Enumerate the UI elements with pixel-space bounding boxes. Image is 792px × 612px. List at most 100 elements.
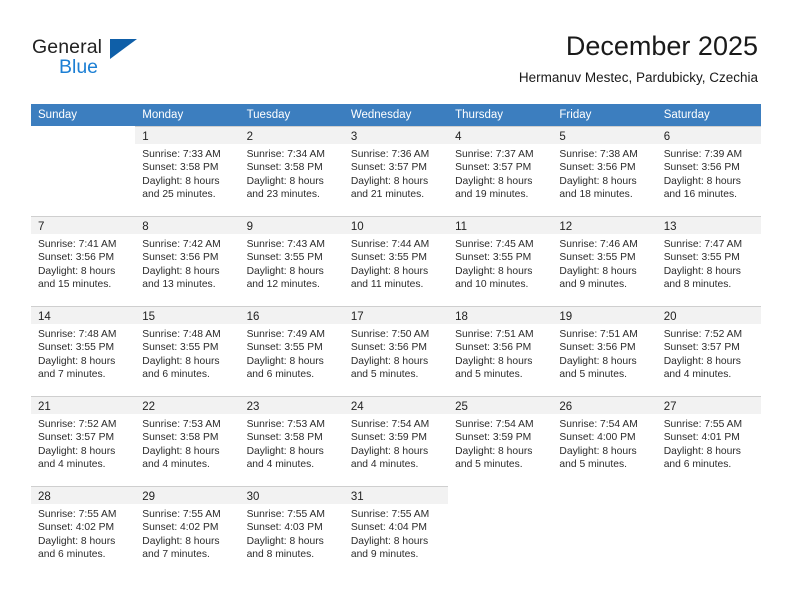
calendar-day-cell[interactable]: 30 Sunrise: 7:55 AM Sunset: 4:03 PM Dayligh… xyxy=(239,486,345,576)
calendar-day-cell[interactable]: 25 Sunrise: 7:54 AM Sunset: 3:59 PM Dayligh… xyxy=(448,396,553,486)
weekday-header-row: Sunday Monday Tuesday Wednesday Thursday… xyxy=(31,104,761,126)
calendar-cell: 20 Sunrise: 7:52 AM Sunset: 3:57 PM Dayligh… xyxy=(656,306,762,396)
day-number: 7 xyxy=(38,221,45,233)
sunset-text: Sunset: 4:04 PM xyxy=(350,522,427,534)
calendar-body: 1 Sunrise: 7:33 AM Sunset: 3:58 PM Daylight… xyxy=(31,126,762,576)
calendar-week-row: 14 Sunrise: 7:48 AM Sunset: 3:55 PM Dayligh… xyxy=(31,306,762,396)
sunset-text: Sunset: 3:57 PM xyxy=(38,432,115,444)
sunset-text: Sunset: 3:56 PM xyxy=(350,342,427,354)
calendar-day-cell[interactable]: 31 Sunrise: 7:55 AM Sunset: 4:04 PM Dayligh… xyxy=(343,486,449,576)
calendar-day-cell[interactable]: 2 Sunrise: 7:34 AM Sunset: 3:58 PM Daylight… xyxy=(239,126,345,216)
day-number: 16 xyxy=(246,311,260,323)
daylight-text-line2: and 5 minutes. xyxy=(350,369,419,381)
calendar-day-cell[interactable]: 7 Sunrise: 7:41 AM Sunset: 3:56 PM Daylight… xyxy=(31,216,136,306)
daylight-text-line2: and 4 minutes. xyxy=(142,459,210,471)
calendar-day-cell[interactable]: 10 Sunrise: 7:44 AM Sunset: 3:55 PM Dayligh… xyxy=(343,216,449,306)
calendar-day-cell[interactable]: 12 Sunrise: 7:46 AM Sunset: 3:55 PM Dayligh… xyxy=(552,216,657,306)
daylight-text-line1: Daylight: 8 hours xyxy=(142,445,220,457)
calendar-day-cell[interactable]: 19 Sunrise: 7:51 AM Sunset: 3:56 PM Dayligh… xyxy=(552,306,657,396)
daylight-text-line1: Daylight: 8 hours xyxy=(350,445,429,457)
calendar-day-cell[interactable]: 15 Sunrise: 7:48 AM Sunset: 3:55 PM Dayligh… xyxy=(135,306,240,396)
calendar-day-cell[interactable]: 17 Sunrise: 7:50 AM Sunset: 3:56 PM Dayligh… xyxy=(343,306,449,396)
day-sun-info: Sunrise: 7:48 AM Sunset: 3:55 PM Daylight:… xyxy=(142,328,233,382)
day-sun-info: Sunrise: 7:52 AM Sunset: 3:57 PM Daylight:… xyxy=(38,418,129,472)
day-sun-info: Sunrise: 7:51 AM Sunset: 3:56 PM Daylight:… xyxy=(559,328,650,382)
calendar-day-cell[interactable]: 1 Sunrise: 7:33 AM Sunset: 3:58 PM Daylight… xyxy=(135,126,240,216)
calendar-day-cell[interactable]: 21 Sunrise: 7:52 AM Sunset: 3:57 PM Dayligh… xyxy=(31,396,136,486)
sunrise-text: Sunrise: 7:43 AM xyxy=(246,239,325,250)
day-sun-info: Sunrise: 7:43 AM Sunset: 3:55 PM Daylight:… xyxy=(247,238,338,292)
daylight-text-line1: Daylight: 8 hours xyxy=(38,535,116,547)
calendar-cell: 6 Sunrise: 7:39 AM Sunset: 3:56 PM Daylight… xyxy=(656,126,762,216)
day-sun-info: Sunrise: 7:39 AM Sunset: 3:56 PM Daylight:… xyxy=(664,148,755,202)
calendar-cell: 14 Sunrise: 7:48 AM Sunset: 3:55 PM Dayligh… xyxy=(31,306,136,396)
daylight-text-line2: and 16 minutes. xyxy=(663,189,737,201)
calendar-day-cell[interactable]: 4 Sunrise: 7:37 AM Sunset: 3:57 PM Daylight… xyxy=(448,126,553,216)
calendar-day-cell[interactable]: 28 Sunrise: 7:55 AM Sunset: 4:02 PM Dayligh… xyxy=(31,486,136,576)
calendar-cell: 21 Sunrise: 7:52 AM Sunset: 3:57 PM Dayligh… xyxy=(31,396,136,486)
sunset-text: Sunset: 3:58 PM xyxy=(142,162,219,174)
calendar-day-cell[interactable]: 24 Sunrise: 7:54 AM Sunset: 3:59 PM Dayligh… xyxy=(343,396,449,486)
day-number: 25 xyxy=(455,401,468,413)
day-number: 20 xyxy=(663,311,677,323)
day-sun-info: Sunrise: 7:36 AM Sunset: 3:57 PM Daylight:… xyxy=(351,148,442,202)
sunset-text: Sunset: 3:57 PM xyxy=(350,162,427,174)
day-number: 21 xyxy=(38,401,51,413)
day-sun-info: Sunrise: 7:48 AM Sunset: 3:55 PM Daylight:… xyxy=(38,328,129,382)
calendar-cell: 11 Sunrise: 7:45 AM Sunset: 3:55 PM Dayligh… xyxy=(448,216,553,306)
logo-text-general: General xyxy=(32,36,103,58)
day-sun-info: Sunrise: 7:55 AM Sunset: 4:01 PM Daylight:… xyxy=(664,418,755,472)
daylight-text-line1: Daylight: 8 hours xyxy=(559,445,637,457)
day-sun-info: Sunrise: 7:34 AM Sunset: 3:58 PM Daylight:… xyxy=(247,148,338,202)
sunset-text: Sunset: 3:55 PM xyxy=(663,252,740,264)
calendar-day-cell[interactable]: 20 Sunrise: 7:52 AM Sunset: 3:57 PM Dayligh… xyxy=(656,306,762,396)
calendar-day-cell[interactable]: 13 Sunrise: 7:47 AM Sunset: 3:55 PM Dayligh… xyxy=(656,216,762,306)
calendar-day-cell[interactable]: 11 Sunrise: 7:45 AM Sunset: 3:55 PM Dayligh… xyxy=(448,216,553,306)
calendar-day-cell[interactable]: 16 Sunrise: 7:49 AM Sunset: 3:55 PM Dayligh… xyxy=(239,306,345,396)
sunrise-text: Sunrise: 7:38 AM xyxy=(559,149,638,160)
calendar-cell: 13 Sunrise: 7:47 AM Sunset: 3:55 PM Dayligh… xyxy=(656,216,762,306)
calendar-day-cell[interactable]: 29 Sunrise: 7:55 AM Sunset: 4:02 PM Dayligh… xyxy=(135,486,240,576)
daylight-text-line2: and 11 minutes. xyxy=(350,279,424,291)
calendar-cell-empty xyxy=(448,486,552,576)
daylight-text-line2: and 8 minutes. xyxy=(663,279,732,291)
sunset-text: Sunset: 3:55 PM xyxy=(350,252,427,264)
daylight-text-line2: and 6 minutes. xyxy=(38,549,106,561)
calendar-cell: 1 Sunrise: 7:33 AM Sunset: 3:58 PM Daylight… xyxy=(135,126,240,216)
calendar-day-cell[interactable]: 6 Sunrise: 7:39 AM Sunset: 3:56 PM Daylight… xyxy=(656,126,762,216)
sunset-text: Sunset: 4:02 PM xyxy=(142,522,219,534)
calendar-day-cell[interactable]: 23 Sunrise: 7:53 AM Sunset: 3:58 PM Dayligh… xyxy=(239,396,345,486)
day-sun-info: Sunrise: 7:38 AM Sunset: 3:56 PM Daylight:… xyxy=(559,148,650,202)
calendar-cell: 3 Sunrise: 7:36 AM Sunset: 3:57 PM Daylight… xyxy=(343,126,449,216)
calendar-day-cell[interactable]: 5 Sunrise: 7:38 AM Sunset: 3:56 PM Daylight… xyxy=(552,126,657,216)
page-title: December 2025 xyxy=(565,31,758,61)
daylight-text-line2: and 5 minutes. xyxy=(455,369,523,381)
day-sun-info: Sunrise: 7:49 AM Sunset: 3:55 PM Daylight:… xyxy=(247,328,338,382)
calendar-day-cell[interactable]: 22 Sunrise: 7:53 AM Sunset: 3:58 PM Dayligh… xyxy=(135,396,240,486)
calendar-cell-empty xyxy=(31,126,135,216)
calendar-day-cell[interactable]: 14 Sunrise: 7:48 AM Sunset: 3:55 PM Dayligh… xyxy=(31,306,136,396)
calendar-day-cell[interactable]: 27 Sunrise: 7:55 AM Sunset: 4:01 PM Dayligh… xyxy=(656,396,762,486)
calendar-day-cell[interactable]: 9 Sunrise: 7:43 AM Sunset: 3:55 PM Daylight… xyxy=(239,216,345,306)
day-number: 26 xyxy=(559,401,573,413)
calendar-cell: 27 Sunrise: 7:55 AM Sunset: 4:01 PM Dayligh… xyxy=(656,396,762,486)
day-number: 27 xyxy=(663,401,677,413)
day-sun-info: Sunrise: 7:55 AM Sunset: 4:03 PM Daylight:… xyxy=(247,508,338,562)
sunrise-text: Sunrise: 7:45 AM xyxy=(455,239,534,250)
sunrise-text: Sunrise: 7:39 AM xyxy=(663,149,743,160)
daylight-text-line2: and 25 minutes. xyxy=(142,189,216,201)
day-number: 22 xyxy=(142,401,156,413)
calendar-cell: 2 Sunrise: 7:34 AM Sunset: 3:58 PM Daylight… xyxy=(239,126,345,216)
calendar-day-cell[interactable]: 3 Sunrise: 7:36 AM Sunset: 3:57 PM Daylight… xyxy=(343,126,449,216)
day-sun-info: Sunrise: 7:55 AM Sunset: 4:02 PM Daylight:… xyxy=(142,508,233,562)
daylight-text-line1: Daylight: 8 hours xyxy=(38,445,116,457)
daylight-text-line1: Daylight: 8 hours xyxy=(142,535,220,547)
daylight-text-line1: Daylight: 8 hours xyxy=(350,535,429,547)
calendar-day-cell[interactable]: 8 Sunrise: 7:42 AM Sunset: 3:56 PM Daylight… xyxy=(135,216,240,306)
calendar-day-cell[interactable]: 26 Sunrise: 7:54 AM Sunset: 4:00 PM Dayligh… xyxy=(552,396,657,486)
calendar-day-cell[interactable]: 18 Sunrise: 7:51 AM Sunset: 3:56 PM Dayligh… xyxy=(448,306,553,396)
sunset-text: Sunset: 3:55 PM xyxy=(38,342,115,354)
sunrise-text: Sunrise: 7:48 AM xyxy=(142,329,221,340)
day-number: 24 xyxy=(350,401,364,413)
calendar-cell: 7 Sunrise: 7:41 AM Sunset: 3:56 PM Daylight… xyxy=(31,216,136,306)
